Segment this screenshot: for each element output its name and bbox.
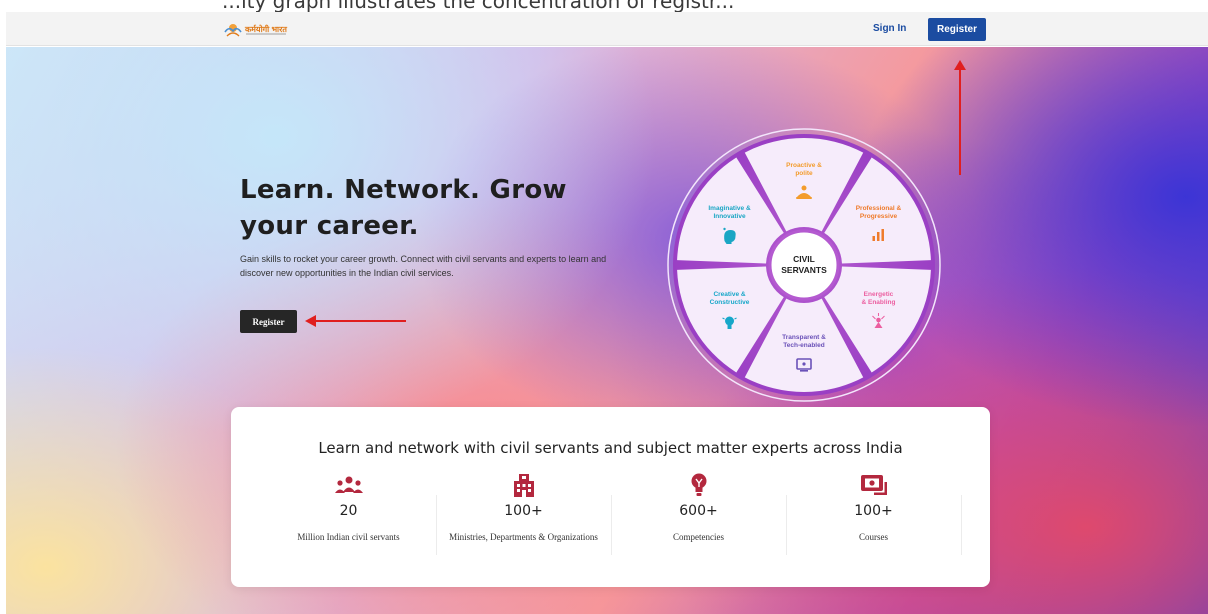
civil-servants-wheel: Proactive &polite Professional &Progressi…	[667, 128, 941, 402]
stat-courses: 100+ Courses	[786, 473, 961, 544]
stat-value: 100+	[854, 503, 893, 519]
wheel-segment-label-line1: Imaginative &	[708, 205, 751, 212]
people-group-icon	[334, 476, 363, 493]
sign-in-link[interactable]: Sign In	[873, 23, 906, 34]
stat-value: 20	[339, 503, 358, 519]
stats-card: Learn and network with civil servants an…	[231, 407, 990, 587]
stat-competencies: 600+ Competencies	[611, 473, 786, 544]
stat-value: 100+	[504, 503, 543, 519]
stat-civil-servants: 20 Million Indian civil servants	[261, 473, 436, 544]
stat-label: Ministries, Departments & Organizations	[449, 532, 598, 542]
top-navbar: कर्मयोगी भारत Sign In Register	[6, 12, 1208, 46]
building-icon	[513, 474, 534, 497]
stats-title: Learn and network with civil servants an…	[318, 439, 903, 457]
wheel-segment-label-line2: polite	[795, 170, 813, 177]
logo-tagline-bar	[246, 33, 286, 35]
wheel-segment-label-line2: Tech-enabled	[783, 342, 824, 349]
wheel-segment-label-line2: Innovative	[713, 213, 746, 220]
hero-register-button[interactable]: Register	[240, 310, 297, 333]
stat-value: 600+	[679, 503, 718, 519]
page-frame: कर्मयोगी भारत Sign In Register Learn. Ne…	[6, 12, 1208, 614]
wheel-segment-label-line2: Constructive	[710, 299, 750, 306]
wheel-center-line1: CIVIL	[793, 254, 815, 264]
browser-caption-strip: ...ity graph illustrates the concentrati…	[0, 0, 1208, 12]
hero-headline: Learn. Network. Grow your career.	[240, 175, 567, 241]
annotation-arrowhead-left	[305, 315, 316, 327]
stat-label: Million Indian civil servants	[297, 532, 400, 542]
lightbulb-icon	[691, 473, 706, 496]
caption-text: ...ity graph illustrates the concentrati…	[222, 0, 735, 12]
hero-subtext: Gain skills to rocket your career growth…	[240, 254, 607, 278]
annotation-arrow-up	[959, 67, 961, 175]
stat-label: Competencies	[673, 532, 724, 542]
course-screen-icon	[860, 475, 887, 495]
stat-ministries: 100+ Ministries, Departments & Organizat…	[436, 473, 611, 544]
annotation-arrowhead-up	[954, 60, 966, 70]
wheel-segment-label-line2: & Enabling	[862, 299, 896, 306]
wheel-segment-label-line1: Energetic	[864, 291, 894, 298]
wheel-segment-label-line2: Progressive	[860, 213, 898, 220]
wheel-segment-label-line1: Professional &	[856, 205, 902, 212]
wheel-segment-label-line1: Proactive &	[786, 162, 822, 169]
wheel-segment-label-line1: Transparent &	[782, 334, 826, 341]
logo[interactable]: कर्मयोगी भारत	[224, 21, 287, 39]
annotation-arrow-left	[314, 320, 406, 322]
stat-label: Courses	[859, 532, 888, 542]
wheel-segment-label-line1: Creative &	[713, 291, 745, 298]
logo-emblem-icon	[224, 24, 242, 37]
wheel-center-line2: SERVANTS	[781, 265, 827, 275]
stat-divider	[961, 495, 962, 555]
nav-register-button[interactable]: Register	[928, 18, 986, 41]
